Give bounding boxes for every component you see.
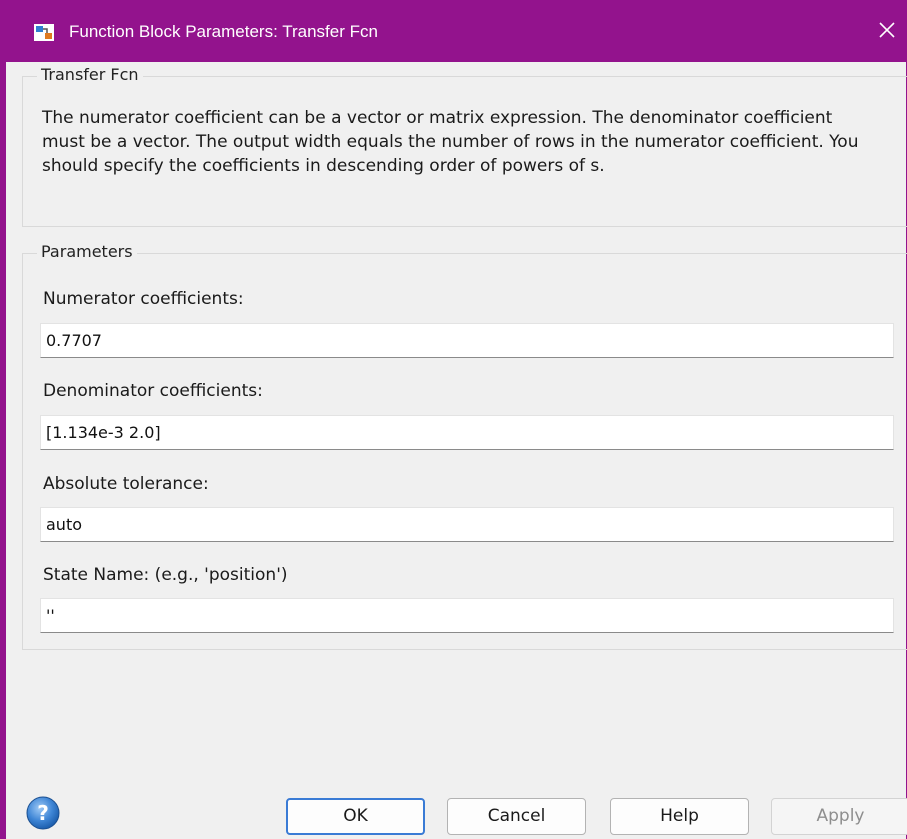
parameters-group xyxy=(22,253,907,650)
title-bar[interactable]: Function Block Parameters: Transfer Fcn xyxy=(6,0,907,62)
denominator-label: Denominator coefficients: xyxy=(43,381,263,401)
cancel-button[interactable]: Cancel xyxy=(447,798,586,835)
absolute-tolerance-label: Absolute tolerance: xyxy=(43,474,209,494)
close-icon[interactable] xyxy=(874,17,900,43)
apply-button[interactable]: Apply xyxy=(771,798,907,835)
state-name-label: State Name: (e.g., 'position') xyxy=(43,565,288,585)
numerator-input[interactable] xyxy=(40,323,894,358)
window-title: Function Block Parameters: Transfer Fcn xyxy=(69,22,378,41)
svg-text:?: ? xyxy=(37,801,49,825)
block-parameters-icon xyxy=(34,24,54,41)
block-group-legend: Transfer Fcn xyxy=(37,65,143,84)
dialog-window: Function Block Parameters: Transfer Fcn … xyxy=(0,0,907,839)
state-name-input[interactable] xyxy=(40,598,894,633)
numerator-label: Numerator coefficients: xyxy=(43,289,244,309)
help-icon[interactable]: ? xyxy=(26,796,60,830)
absolute-tolerance-input[interactable] xyxy=(40,507,894,542)
block-description: The numerator coefficient can be a vecto… xyxy=(42,108,859,176)
help-button[interactable]: Help xyxy=(610,798,749,835)
parameters-legend: Parameters xyxy=(37,242,137,261)
denominator-input[interactable] xyxy=(40,415,894,450)
ok-button[interactable]: OK xyxy=(286,798,425,835)
